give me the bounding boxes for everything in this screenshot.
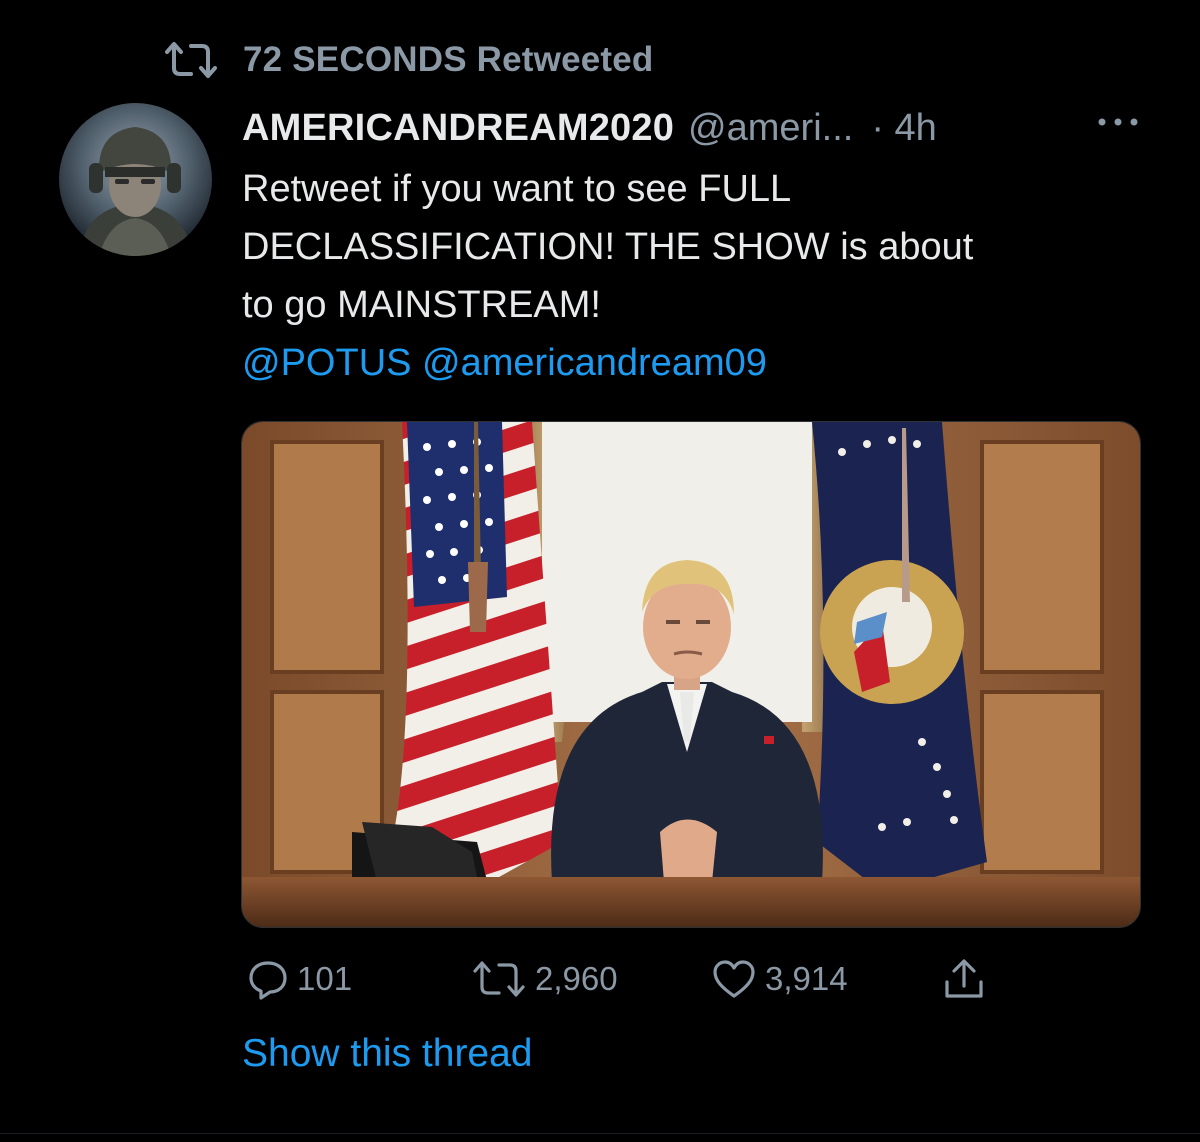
reply-icon (249, 961, 287, 1000)
retweet-button[interactable]: 2,960 (471, 955, 618, 1003)
like-count: 3,914 (765, 960, 848, 997)
tweet-text-line: Retweet if you want to see FULL (242, 168, 792, 210)
author-handle[interactable]: @ameri... (688, 107, 853, 150)
share-button[interactable] (941, 955, 995, 1003)
retweet-count: 2,960 (535, 960, 618, 997)
tweet-card[interactable]: 72 SECONDS Retweeted AMERICANDREAM2020 @… (0, 0, 1200, 1142)
tweet-header: AMERICANDREAM2020 @ameri... · 4h (242, 103, 1140, 153)
divider (0, 1133, 1200, 1134)
tweet-actions: 101 2,960 3,914 (241, 955, 1001, 1003)
tweet-text: Retweet if you want to see FULL DECLASSI… (242, 160, 1142, 392)
author-display-name[interactable]: AMERICANDREAM2020 (242, 107, 674, 150)
avatar[interactable] (59, 103, 212, 256)
reply-button[interactable]: 101 (247, 955, 352, 1003)
tweet-mentions[interactable]: @POTUS @americandream09 (242, 334, 1142, 392)
retweet-icon (165, 42, 217, 78)
tweet-text-line: DECLASSIFICATION! THE SHOW is about (242, 226, 974, 268)
share-icon (945, 959, 983, 998)
heart-icon (713, 960, 755, 998)
tweet-timestamp[interactable]: · 4h (871, 107, 936, 150)
reply-count: 101 (297, 960, 353, 997)
retweet-icon (473, 961, 525, 997)
media-photo (242, 422, 1140, 927)
tweet-media-image[interactable] (241, 421, 1141, 928)
soldier-avatar-icon (59, 103, 212, 256)
retweet-context[interactable]: 72 SECONDS Retweeted (163, 38, 654, 82)
show-thread-link[interactable]: Show this thread (242, 1032, 533, 1076)
more-options-icon[interactable] (1096, 115, 1140, 129)
retweet-context-label: 72 SECONDS Retweeted (243, 40, 654, 79)
tweet-text-line: to go MAINSTREAM! (242, 284, 601, 326)
like-button[interactable]: 3,914 (711, 955, 848, 1003)
